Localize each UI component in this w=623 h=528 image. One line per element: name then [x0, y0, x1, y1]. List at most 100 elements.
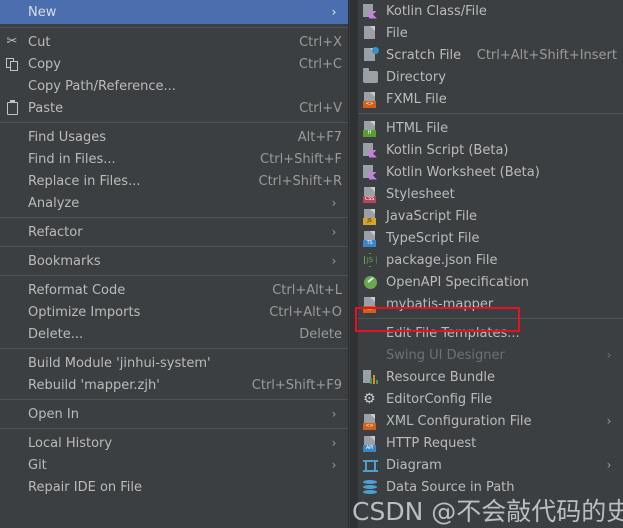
mybatis-mapper-icon: <> — [358, 294, 382, 314]
submenu-item-stylesheet-label: Stylesheet — [386, 186, 455, 202]
submenu-item-typescript-file[interactable]: TS TypeScript File — [358, 227, 623, 249]
menu-item-optimize-imports[interactable]: Optimize Imports Ctrl+Alt+O — [0, 301, 348, 323]
menu-item-git[interactable]: Git › — [0, 454, 348, 476]
submenu-item-package-json-file-label: package.json File — [386, 252, 498, 268]
submenu-item-file-label: File — [386, 25, 408, 41]
submenu-item-package-json-file[interactable]: JS package.json File — [358, 249, 623, 271]
menu-separator — [0, 428, 348, 429]
submenu-item-http-request-label: HTTP Request — [386, 435, 477, 451]
submenu-item-kotlin-script[interactable]: Kotlin Script (Beta) — [358, 139, 623, 161]
blank-icon-slot — [358, 323, 382, 343]
blank-icon-slot — [0, 477, 24, 497]
menu-item-find-in-files-shortcut: Ctrl+Shift+F — [260, 151, 342, 167]
submenu-item-openapi-specification[interactable]: OpenAPI Specification — [358, 271, 623, 293]
submenu-item-resource-bundle[interactable]: Resource Bundle — [358, 366, 623, 388]
submenu-item-directory[interactable]: Directory — [358, 66, 623, 88]
submenu-item-data-source-in-path-label: Data Source in Path — [386, 479, 515, 495]
submenu-item-http-request[interactable]: API HTTP Request — [358, 432, 623, 454]
submenu-item-swing-ui-designer-label: Swing UI Designer — [386, 347, 505, 363]
blank-icon-slot — [0, 222, 24, 242]
submenu-item-html-file-label: HTML File — [386, 120, 449, 136]
menu-item-optimize-imports-shortcut: Ctrl+Alt+O — [269, 304, 342, 320]
submenu-item-kotlin-worksheet[interactable]: Kotlin Worksheet (Beta) — [358, 161, 623, 183]
screen: New › ✂ Cut Ctrl+X Copy Ctrl+C Copy Path… — [0, 0, 623, 528]
submenu-item-directory-label: Directory — [386, 69, 446, 85]
menu-item-open-in[interactable]: Open In › — [0, 403, 348, 425]
menu-item-analyze[interactable]: Analyze › — [0, 192, 348, 214]
menu-item-find-usages[interactable]: Find Usages Alt+F7 — [0, 126, 348, 148]
blank-icon-slot — [0, 375, 24, 395]
menu-item-git-label: Git — [28, 457, 47, 473]
stylesheet-icon: CSS — [358, 184, 382, 204]
blank-icon-slot — [0, 171, 24, 191]
menu-item-refactor[interactable]: Refactor › — [0, 221, 348, 243]
menu-item-find-usages-shortcut: Alt+F7 — [297, 129, 342, 145]
menu-item-delete-label: Delete... — [28, 326, 84, 342]
menu-item-find-in-files-label: Find in Files... — [28, 151, 116, 167]
menu-item-repair-ide-on-file[interactable]: Repair IDE on File — [0, 476, 348, 498]
menu-item-bookmarks[interactable]: Bookmarks › — [0, 250, 348, 272]
submenu-item-xml-configuration-file-label: XML Configuration File — [386, 413, 532, 429]
submenu-item-openapi-specification-label: OpenAPI Specification — [386, 274, 529, 290]
submenu-item-stylesheet[interactable]: CSS Stylesheet — [358, 183, 623, 205]
menu-separator — [0, 246, 348, 247]
chevron-right-icon: › — [331, 458, 337, 472]
submenu-item-javascript-file[interactable]: JS JavaScript File — [358, 205, 623, 227]
menu-item-find-usages-label: Find Usages — [28, 129, 107, 145]
menu-item-replace-in-files[interactable]: Replace in Files... Ctrl+Shift+R — [0, 170, 348, 192]
menu-item-rebuild[interactable]: Rebuild 'mapper.zjh' Ctrl+Shift+F9 — [0, 374, 348, 396]
editorconfig-icon: ⚙ — [363, 391, 376, 407]
scratch-file-icon — [358, 45, 382, 65]
menu-item-rebuild-shortcut: Ctrl+Shift+F9 — [251, 377, 342, 393]
copy-icon — [0, 54, 24, 74]
blank-icon-slot — [0, 404, 24, 424]
blank-icon-slot — [0, 280, 24, 300]
submenu-item-mybatis-mapper[interactable]: <> mybatis-mapper — [358, 293, 623, 315]
directory-icon — [358, 67, 382, 87]
submenu-item-kotlin-script-label: Kotlin Script (Beta) — [386, 142, 509, 158]
menu-item-cut-shortcut: Ctrl+X — [299, 34, 342, 50]
submenu-item-edit-file-templates[interactable]: Edit File Templates... — [358, 322, 623, 344]
menu-gap-shadow — [350, 0, 358, 528]
submenu-item-editorconfig-file[interactable]: ⚙ EditorConfig File — [358, 388, 623, 410]
menu-separator — [0, 275, 348, 276]
submenu-item-diagram[interactable]: Diagram › — [358, 454, 623, 476]
menu-item-paste[interactable]: Paste Ctrl+V — [0, 97, 348, 119]
submenu-item-data-source-in-path[interactable]: Data Source in Path — [358, 476, 623, 498]
submenu-item-xml-configuration-file[interactable]: <> XML Configuration File › — [358, 410, 623, 432]
submenu-item-fxml-file[interactable]: <> FXML File — [358, 88, 623, 110]
blank-icon-slot — [0, 353, 24, 373]
menu-separator — [0, 217, 348, 218]
blank-icon-slot — [0, 76, 24, 96]
openapi-icon — [358, 272, 382, 292]
menu-item-delete[interactable]: Delete... Delete — [0, 323, 348, 345]
menu-item-new[interactable]: New › — [0, 0, 348, 24]
context-menu: New › ✂ Cut Ctrl+X Copy Ctrl+C Copy Path… — [0, 0, 349, 528]
menu-item-copy[interactable]: Copy Ctrl+C — [0, 53, 348, 75]
packagejson-icon: JS — [358, 250, 382, 270]
submenu-item-edit-file-templates-label: Edit File Templates... — [386, 325, 520, 341]
fxml-file-icon: <> — [358, 89, 382, 109]
submenu-item-file[interactable]: File — [358, 22, 623, 44]
data-source-icon — [358, 477, 382, 497]
submenu-item-scratch-file[interactable]: Scratch File Ctrl+Alt+Shift+Insert — [358, 44, 623, 66]
chevron-right-icon: › — [331, 254, 337, 268]
menu-item-reformat-code[interactable]: Reformat Code Ctrl+Alt+L — [0, 279, 348, 301]
menu-item-build-module[interactable]: Build Module 'jinhui-system' — [0, 352, 348, 374]
submenu-item-javascript-file-label: JavaScript File — [386, 208, 478, 224]
menu-item-bookmarks-label: Bookmarks — [28, 253, 101, 269]
menu-item-cut[interactable]: ✂ Cut Ctrl+X — [0, 31, 348, 53]
chevron-right-icon: › — [606, 348, 612, 362]
menu-item-find-in-files[interactable]: Find in Files... Ctrl+Shift+F — [0, 148, 348, 170]
submenu-item-resource-bundle-label: Resource Bundle — [386, 369, 496, 385]
submenu-item-kotlin-class-file-label: Kotlin Class/File — [386, 3, 487, 19]
javascript-file-icon: JS — [358, 206, 382, 226]
new-submenu: Kotlin Class/File File Scratch File Ctrl… — [358, 0, 623, 528]
submenu-item-html-file[interactable]: H HTML File — [358, 117, 623, 139]
menu-item-copy-path-reference-label: Copy Path/Reference... — [28, 78, 176, 94]
menu-item-copy-path-reference[interactable]: Copy Path/Reference... — [0, 75, 348, 97]
chevron-right-icon: › — [331, 407, 337, 421]
menu-item-local-history[interactable]: Local History › — [0, 432, 348, 454]
blank-icon-slot — [358, 345, 382, 365]
submenu-item-kotlin-class-file[interactable]: Kotlin Class/File — [358, 0, 623, 22]
